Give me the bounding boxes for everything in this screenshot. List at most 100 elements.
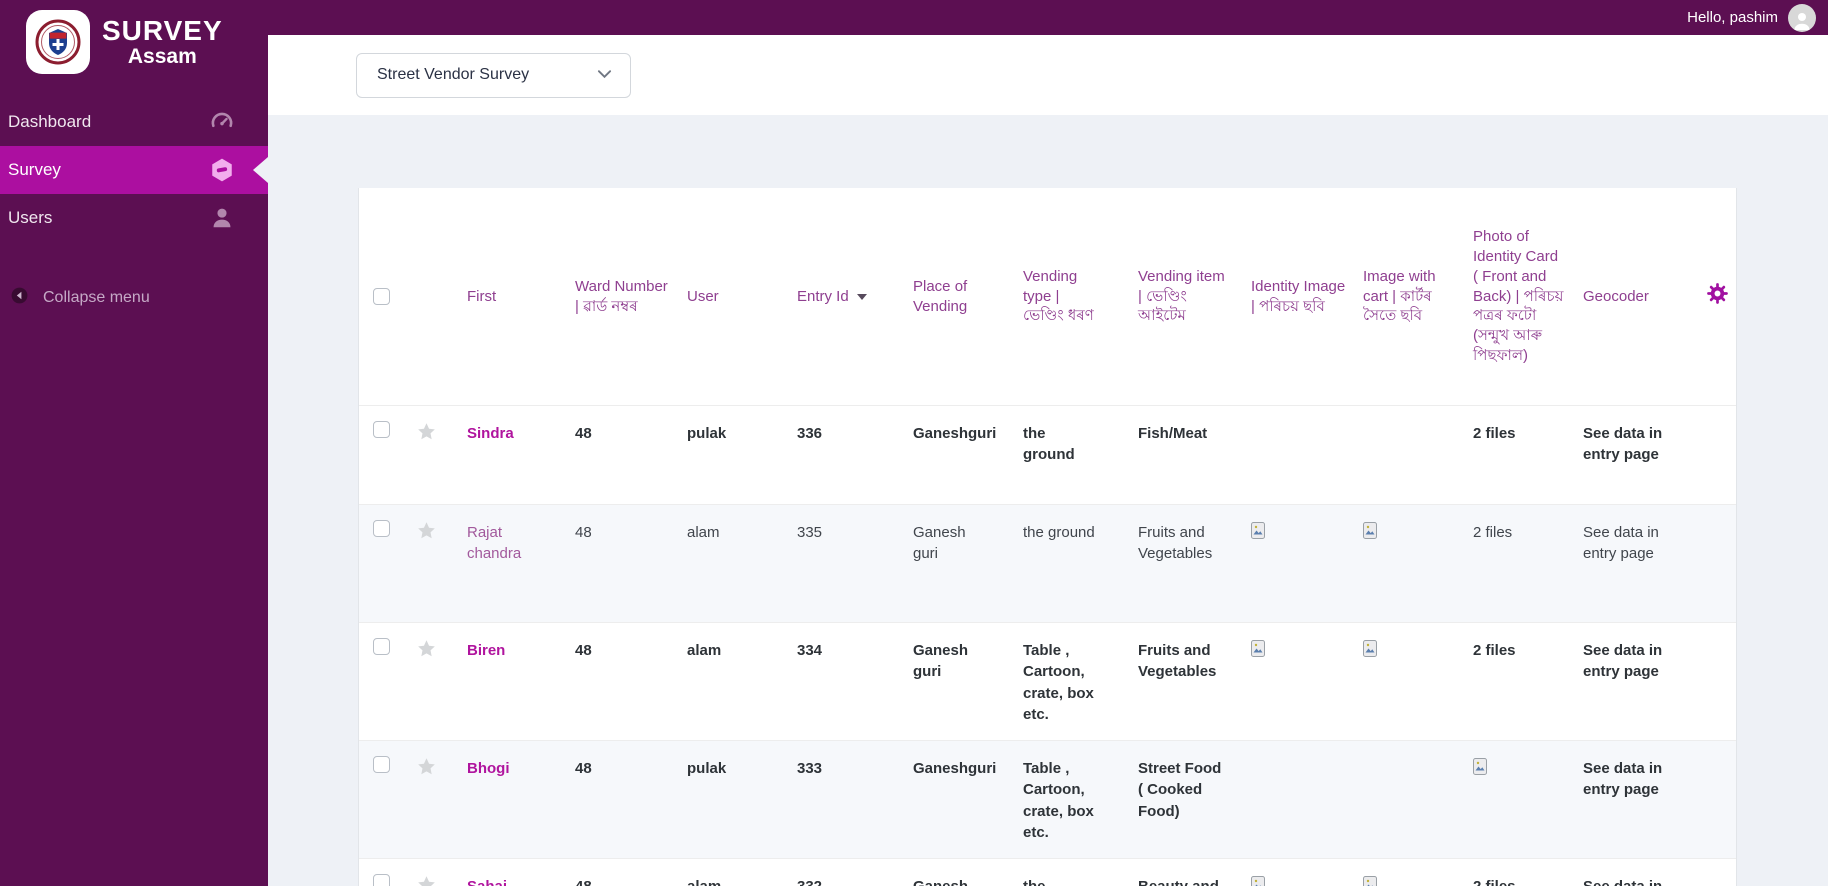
row-checkbox-cell bbox=[359, 505, 407, 622]
content-area: First Ward Number | ৱাৰ্ড নম্বৰ User Ent… bbox=[268, 115, 1828, 886]
entry-image-with-cart-cell bbox=[1363, 859, 1473, 886]
entry-image-with-cart-cell bbox=[1363, 623, 1473, 740]
image-file-icon[interactable] bbox=[1473, 758, 1487, 781]
entry-image-with-cart-cell bbox=[1363, 505, 1473, 622]
entry-geocoder: See data in entry page bbox=[1583, 760, 1663, 799]
app-logo: SURVEY Assam bbox=[0, 0, 268, 84]
entry-first-name-link[interactable]: Sahaj bbox=[467, 859, 575, 886]
column-header-vending-item[interactable]: Vending item | ভেণ্ডিং আইটেম bbox=[1138, 188, 1251, 405]
row-settings-spacer bbox=[1706, 741, 1738, 858]
row-checkbox[interactable] bbox=[373, 756, 390, 773]
entry-geocoder: See data in entry page bbox=[1583, 524, 1659, 563]
entry-image-with-cart-cell bbox=[1363, 406, 1473, 504]
entry-ward-number: 48 bbox=[575, 859, 687, 886]
row-settings-spacer bbox=[1706, 406, 1738, 504]
table-row: Rajat chandra 48 alam 335 Ganesh guri th… bbox=[359, 504, 1736, 622]
entry-first-name-link[interactable]: Bhogi bbox=[467, 741, 575, 858]
row-checkbox[interactable] bbox=[373, 638, 390, 655]
row-checkbox[interactable] bbox=[373, 520, 390, 537]
column-header-user[interactable]: User bbox=[687, 188, 797, 405]
files-count: 2 files bbox=[1473, 878, 1516, 886]
entry-first-name-link[interactable]: Rajat chandra bbox=[467, 505, 575, 622]
sort-desc-icon bbox=[856, 293, 867, 300]
row-checkbox[interactable] bbox=[373, 421, 390, 438]
entry-vending-type: the ground bbox=[1023, 859, 1138, 886]
sidebar-item-dashboard[interactable]: Dashboard bbox=[0, 98, 268, 146]
image-file-icon[interactable] bbox=[1251, 876, 1265, 886]
survey-badge-icon bbox=[209, 157, 235, 183]
image-file-icon[interactable] bbox=[1363, 876, 1377, 886]
user-greeting: Hello, pashim bbox=[1687, 9, 1778, 26]
entry-user: alam bbox=[687, 642, 722, 659]
sidebar-item-label: Dashboard bbox=[8, 112, 92, 131]
column-header-entry-id[interactable]: Entry Id bbox=[797, 188, 913, 405]
entry-photo-id-card-cell: 2 files bbox=[1473, 859, 1583, 886]
entry-place-of-vending: Ganesh guri bbox=[913, 642, 969, 681]
entry-ward-number: 48 bbox=[575, 524, 592, 541]
table-body: Sindra 48 pulak 336 Ganeshguri the groun… bbox=[359, 405, 1736, 886]
column-header-photo-id-card[interactable]: Photo of Identity Card ( Front and Back)… bbox=[1473, 188, 1583, 405]
column-header-geocoder[interactable]: Geocoder bbox=[1583, 188, 1706, 405]
entry-photo-id-card-cell: 2 files bbox=[1473, 623, 1583, 740]
row-settings-spacer bbox=[1706, 623, 1738, 740]
image-file-icon[interactable] bbox=[1363, 640, 1377, 663]
entry-ward-number: 48 bbox=[575, 425, 592, 442]
select-all-cell bbox=[359, 188, 407, 405]
entry-first-name-link[interactable]: Biren bbox=[467, 623, 575, 740]
row-settings-spacer bbox=[1706, 859, 1738, 886]
entry-ward-number: 48 bbox=[575, 642, 592, 659]
row-settings-spacer bbox=[1706, 505, 1738, 622]
image-file-icon[interactable] bbox=[1251, 522, 1265, 545]
entry-geocoder: See data in entry page bbox=[1583, 642, 1663, 681]
sidebar-item-label: Users bbox=[8, 208, 53, 227]
entry-id: 334 bbox=[797, 642, 823, 659]
row-checkbox[interactable] bbox=[373, 874, 390, 886]
entry-image-with-cart-cell bbox=[1363, 741, 1473, 858]
entry-user: alam bbox=[687, 524, 720, 541]
column-header-identity-image[interactable]: Identity Image | পৰিচয় ছবি bbox=[1251, 188, 1363, 405]
column-header-ward-number[interactable]: Ward Number | ৱাৰ্ড নম্বৰ bbox=[575, 188, 687, 405]
sidebar-item-survey[interactable]: Survey bbox=[0, 146, 268, 194]
star-icon[interactable] bbox=[407, 505, 467, 622]
star-icon[interactable] bbox=[407, 859, 467, 886]
avatar[interactable] bbox=[1788, 3, 1816, 32]
sidebar-item-users[interactable]: Users bbox=[0, 194, 268, 242]
star-icon[interactable] bbox=[407, 741, 467, 858]
topbar: Hello, pashim bbox=[268, 0, 1828, 35]
entry-first-name-link[interactable]: Sindra bbox=[467, 406, 575, 504]
entries-table: First Ward Number | ৱাৰ্ড নম্বৰ User Ent… bbox=[358, 188, 1737, 886]
sidebar-menu: Dashboard Survey Users bbox=[0, 98, 268, 242]
entry-id-label: Entry Id bbox=[797, 287, 849, 305]
sidebar: SURVEY Assam Dashboard Survey Users Coll… bbox=[0, 0, 268, 886]
row-checkbox-cell bbox=[359, 406, 407, 504]
table-row: Sindra 48 pulak 336 Ganeshguri the groun… bbox=[359, 405, 1736, 504]
star-icon[interactable] bbox=[407, 406, 467, 504]
files-count: 2 files bbox=[1473, 642, 1516, 659]
image-file-icon[interactable] bbox=[1251, 640, 1265, 663]
column-header-image-with-cart[interactable]: Image with cart | কাৰ্টৰ সৈতে ছবি bbox=[1363, 188, 1473, 405]
app-window: SURVEY Assam Dashboard Survey Users Coll… bbox=[0, 0, 1828, 886]
row-checkbox-cell bbox=[359, 741, 407, 858]
column-header-vending-type[interactable]: Vending type | ভেণ্ডিং ধৰণ bbox=[1023, 188, 1138, 405]
entry-vending-item: Fruits and Vegetables bbox=[1138, 524, 1213, 563]
collapse-left-arrow-icon bbox=[10, 286, 29, 310]
image-file-icon[interactable] bbox=[1363, 522, 1377, 545]
star-icon[interactable] bbox=[407, 623, 467, 740]
collapse-menu-button[interactable]: Collapse menu bbox=[0, 286, 268, 310]
dashboard-gauge-icon bbox=[209, 109, 235, 135]
table-row: Sahaj 48 alam 332 Ganesh guri the ground… bbox=[359, 858, 1736, 886]
entry-identity-image-cell bbox=[1251, 623, 1363, 740]
files-count: 2 files bbox=[1473, 425, 1516, 442]
toolbar: Street Vendor Survey bbox=[268, 35, 1828, 115]
survey-select[interactable]: Street Vendor Survey bbox=[356, 52, 631, 98]
column-header-place-of-vending[interactable]: Place of Vending bbox=[913, 188, 1023, 405]
star-column-header bbox=[407, 188, 467, 405]
entry-vending-type: Table , Cartoon, crate, box etc. bbox=[1023, 760, 1094, 841]
select-all-checkbox[interactable] bbox=[373, 288, 390, 305]
entry-ward-number: 48 bbox=[575, 760, 592, 777]
sidebar-item-label: Survey bbox=[8, 160, 61, 179]
entry-user: pulak bbox=[687, 760, 727, 777]
entry-identity-image-cell bbox=[1251, 406, 1363, 504]
column-header-first[interactable]: First bbox=[467, 188, 575, 405]
gear-icon[interactable] bbox=[1706, 282, 1729, 311]
